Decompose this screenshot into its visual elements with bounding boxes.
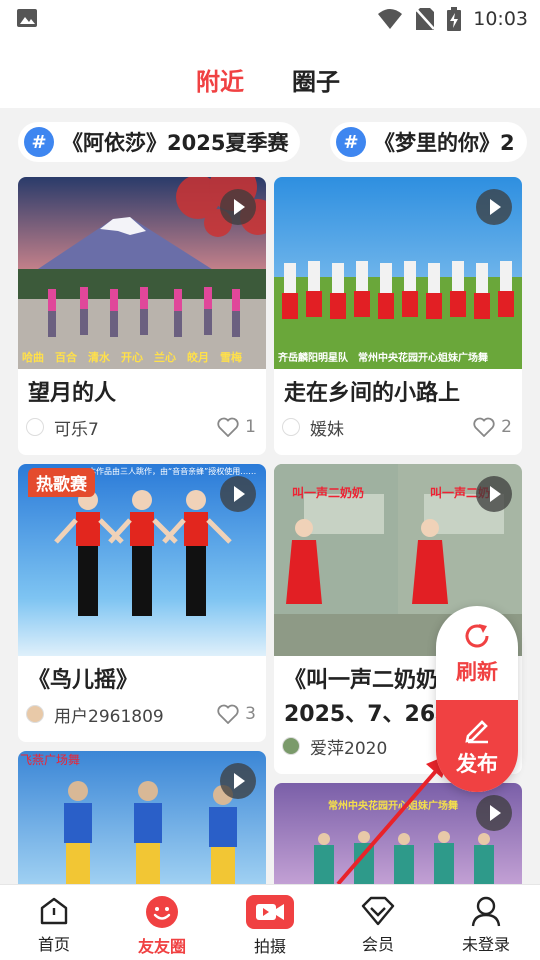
card-meta: 可乐7 1 xyxy=(26,415,256,440)
like-count: 2 xyxy=(501,417,512,437)
author-name: 可乐7 xyxy=(54,419,99,440)
no-sim-icon xyxy=(415,8,436,30)
floating-action-panel: 刷新 发布 xyxy=(436,606,518,792)
refresh-label: 刷新 xyxy=(456,660,498,684)
like-button[interactable]: 1 xyxy=(217,417,256,437)
status-bar: 10:03 xyxy=(0,0,540,38)
user-icon xyxy=(471,896,501,927)
like-button[interactable]: 3 xyxy=(217,704,256,724)
video-card[interactable]: 飞燕广场舞 xyxy=(18,751,266,884)
like-count: 3 xyxy=(245,704,256,724)
home-icon xyxy=(40,897,68,925)
heart-icon xyxy=(217,417,239,437)
nav-label: 未登录 xyxy=(461,935,510,954)
publish-button[interactable]: 发布 xyxy=(436,700,518,792)
nav-friends-circle[interactable]: 友友圈 xyxy=(108,885,216,960)
top-tab-bar: 附近 圈子 xyxy=(0,38,540,108)
battery-charging-icon xyxy=(447,7,462,31)
nav-home[interactable]: 首页 xyxy=(0,885,108,960)
author-name: 用户2961809 xyxy=(54,706,164,727)
play-icon xyxy=(220,476,256,512)
tab-circle[interactable]: 圈子 xyxy=(292,62,340,97)
image-notification-icon xyxy=(17,9,37,27)
like-button[interactable]: 2 xyxy=(473,417,512,437)
play-icon xyxy=(476,476,512,512)
video-card[interactable]: 本作品由三人跳作，由“音音亲蜂”授权使用…… 热歌赛 《鸟儿摇》 用户29618… xyxy=(18,464,266,742)
topic-chip[interactable]: # 《阿依莎》2025夏季赛 xyxy=(18,122,301,162)
play-icon xyxy=(476,795,512,831)
edit-pen-icon xyxy=(465,720,488,744)
play-icon xyxy=(476,189,512,225)
hashtag-icon: # xyxy=(336,127,366,157)
thumbnail-caption: 飞燕广场舞 xyxy=(20,753,81,767)
card-title: 《鸟儿摇》 xyxy=(28,668,139,693)
video-card[interactable]: 哈曲 百合 清水 开心 兰心 皎月 雪梅 望月的人 可乐7 1 xyxy=(18,177,266,455)
card-title: 望月的人 xyxy=(28,381,117,406)
thumbnail-caption: 齐岳麟阳明星队 常州中央花园开心姐妹广场舞 xyxy=(278,353,488,364)
card-title: 《叫一声二奶奶 xyxy=(284,668,439,693)
refresh-icon xyxy=(465,624,489,648)
avatar xyxy=(26,418,44,436)
avatar xyxy=(26,705,44,723)
card-title-line2: 2025、7、26、 xyxy=(284,702,458,727)
clock: 10:03 xyxy=(473,8,528,30)
camera-play-icon xyxy=(246,895,294,929)
card-title: 走在乡间的小路上 xyxy=(284,381,461,406)
card-meta: 用户2961809 3 xyxy=(26,702,256,727)
play-icon xyxy=(220,763,256,799)
topic-chip-label: 《阿依莎》2025夏季赛 xyxy=(62,131,289,155)
card-meta: 媛妹 2 xyxy=(282,415,512,440)
bottom-nav-bar: 首页 友友圈 拍摄 会员 未登录 xyxy=(0,884,540,960)
play-icon xyxy=(220,189,256,225)
nav-profile[interactable]: 未登录 xyxy=(432,885,540,960)
nav-member[interactable]: 会员 xyxy=(324,885,432,960)
thumbnail-caption: 哈曲 百合 清水 开心 兰心 皎月 雪梅 xyxy=(22,351,242,364)
heart-icon xyxy=(217,704,239,724)
smile-icon xyxy=(146,896,178,928)
thumbnail-caption-left: 叫一声二奶奶 xyxy=(292,486,365,500)
topic-chip[interactable]: # 《梦里的你》2 xyxy=(330,122,527,162)
nav-label: 拍摄 xyxy=(253,937,286,956)
hot-contest-badge: 热歌赛 xyxy=(28,468,95,497)
like-count: 1 xyxy=(245,417,256,437)
heart-icon xyxy=(473,417,495,437)
tab-nearby[interactable]: 附近 xyxy=(196,62,244,97)
nav-shoot[interactable]: 拍摄 xyxy=(216,885,324,960)
nav-label: 首页 xyxy=(37,935,70,954)
nav-label: 会员 xyxy=(361,935,394,954)
nav-label: 友友圈 xyxy=(137,937,186,956)
avatar xyxy=(282,418,300,436)
hashtag-icon: # xyxy=(24,127,54,157)
topic-chip-row: # 《阿依莎》2025夏季赛 # 《梦里的你》2 xyxy=(0,108,540,176)
avatar xyxy=(282,737,300,755)
author-name: 媛妹 xyxy=(310,419,344,440)
diamond-icon xyxy=(361,896,395,926)
wifi-icon xyxy=(378,9,403,29)
topic-chip-label: 《梦里的你》2 xyxy=(374,131,515,155)
refresh-button[interactable]: 刷新 xyxy=(436,606,518,700)
video-card[interactable]: 齐岳麟阳明星队 常州中央花园开心姐妹广场舞 走在乡间的小路上 媛妹 2 xyxy=(274,177,522,455)
publish-label: 发布 xyxy=(456,752,498,776)
